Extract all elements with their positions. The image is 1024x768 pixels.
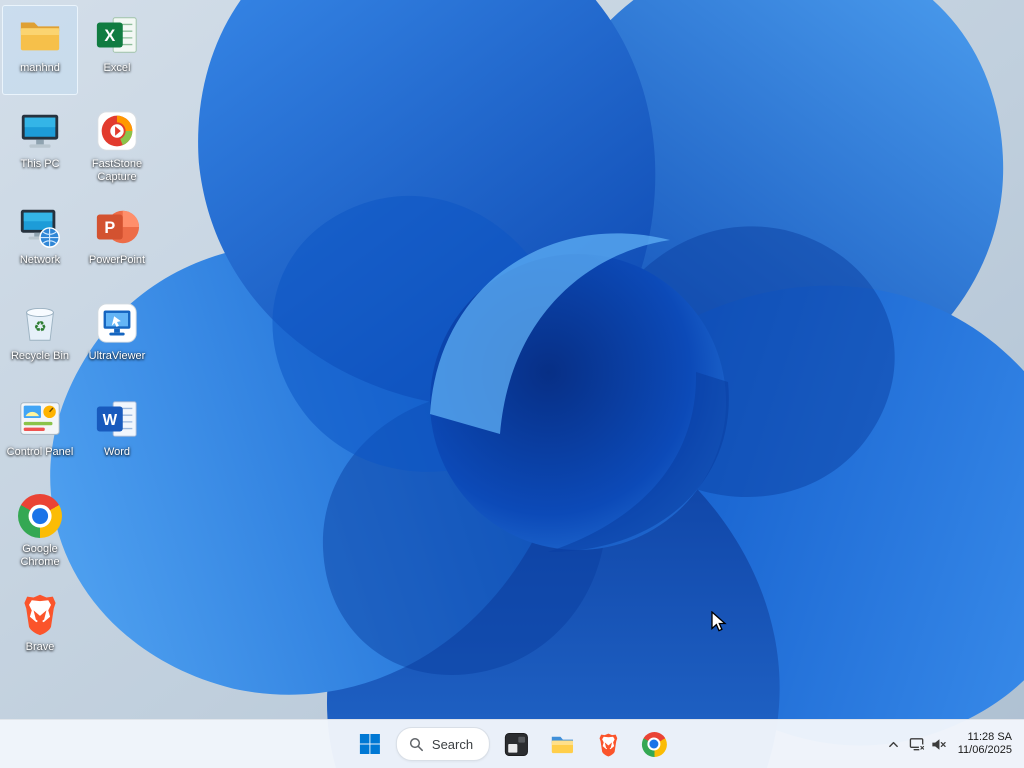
excel-icon: X xyxy=(93,11,141,59)
file-explorer-icon xyxy=(551,736,573,753)
desktop-icon-ultraviewer[interactable]: UltraViewer xyxy=(79,293,155,383)
desktop-icon-label: manhnd xyxy=(20,62,60,74)
start-button[interactable] xyxy=(350,724,390,764)
desktop-icon-brave[interactable]: Brave xyxy=(2,584,78,674)
tray-clock[interactable]: 11:28 SA 11/06/2025 xyxy=(952,731,1022,757)
clock-time: 11:28 SA xyxy=(967,731,1012,743)
faststone-capture-icon xyxy=(93,107,141,155)
tray-hidden-icons-button[interactable] xyxy=(883,724,904,764)
brave-taskbar-icon xyxy=(599,733,617,756)
svg-text:♻: ♻ xyxy=(34,320,47,336)
desktop-icon-label: Brave xyxy=(25,641,55,653)
desktop-icon-label: This PC xyxy=(20,158,60,170)
taskbar-app-file-explorer[interactable] xyxy=(542,724,582,764)
desktop-icon-excel[interactable]: X Excel xyxy=(79,5,155,95)
desktop-icon-label: UltraViewer xyxy=(88,350,146,362)
ultraviewer-icon xyxy=(93,299,141,347)
windows-logo-icon xyxy=(359,734,380,754)
display-network-icon xyxy=(909,737,926,751)
chrome-icon xyxy=(16,492,64,540)
desktop-icon-faststone[interactable]: FastStone Capture xyxy=(79,101,155,191)
folder-icon xyxy=(16,11,64,59)
svg-text:P: P xyxy=(104,219,115,237)
desktop-icon-label: PowerPoint xyxy=(88,254,146,266)
this-pc-icon xyxy=(16,107,64,155)
desktop-icon-label: Recycle Bin xyxy=(10,350,70,362)
taskbar: Search 11:28 SA 11/06/2025 xyxy=(0,719,1024,768)
dark-window-app-icon xyxy=(504,732,528,756)
desktop-icon-recycle-bin[interactable]: ♻ Recycle Bin xyxy=(2,293,78,383)
powerpoint-icon: P xyxy=(93,203,141,251)
svg-text:X: X xyxy=(104,27,115,45)
desktop-icon-label: Google Chrome xyxy=(20,543,60,568)
desktop-icon-control-panel[interactable]: Control Panel xyxy=(2,389,78,479)
desktop-icon-label: Network xyxy=(19,254,61,266)
chevron-up-icon xyxy=(888,741,898,747)
control-panel-icon xyxy=(16,395,64,443)
desktop-icon-this-pc[interactable]: This PC xyxy=(2,101,78,191)
desktop-icon-powerpoint[interactable]: P PowerPoint xyxy=(79,197,155,287)
desktop-icon-label: Control Panel xyxy=(6,446,74,458)
desktop-icon-label: FastStone Capture xyxy=(91,158,143,183)
word-icon: W xyxy=(93,395,141,443)
desktop-icon-word[interactable]: W Word xyxy=(79,389,155,479)
network-icon xyxy=(16,203,64,251)
svg-text:W: W xyxy=(103,412,118,429)
desktop-icon-network[interactable]: Network xyxy=(2,197,78,287)
desktop-icon-manhnd[interactable]: manhnd xyxy=(2,5,78,95)
volume-icon xyxy=(932,738,946,750)
taskbar-app-brave[interactable] xyxy=(588,724,628,764)
desktop[interactable]: manhnd X Excel This PC FastStone Capture… xyxy=(0,0,1024,768)
chrome-taskbar-icon xyxy=(641,731,667,757)
brave-icon xyxy=(16,590,64,638)
clock-date: 11/06/2025 xyxy=(957,744,1012,756)
taskbar-app-chrome[interactable] xyxy=(634,724,674,764)
search-icon xyxy=(409,737,423,751)
desktop-icon-label: Word xyxy=(103,446,131,458)
search-label: Search xyxy=(431,736,474,752)
recycle-bin-icon: ♻ xyxy=(16,299,64,347)
tray-network-volume-button[interactable] xyxy=(904,724,952,764)
desktop-icon-label: Excel xyxy=(103,62,131,74)
taskbar-search[interactable]: Search xyxy=(395,727,491,761)
taskbar-app-dark-window[interactable] xyxy=(496,724,536,764)
desktop-icon-google-chrome[interactable]: Google Chrome xyxy=(2,486,78,576)
